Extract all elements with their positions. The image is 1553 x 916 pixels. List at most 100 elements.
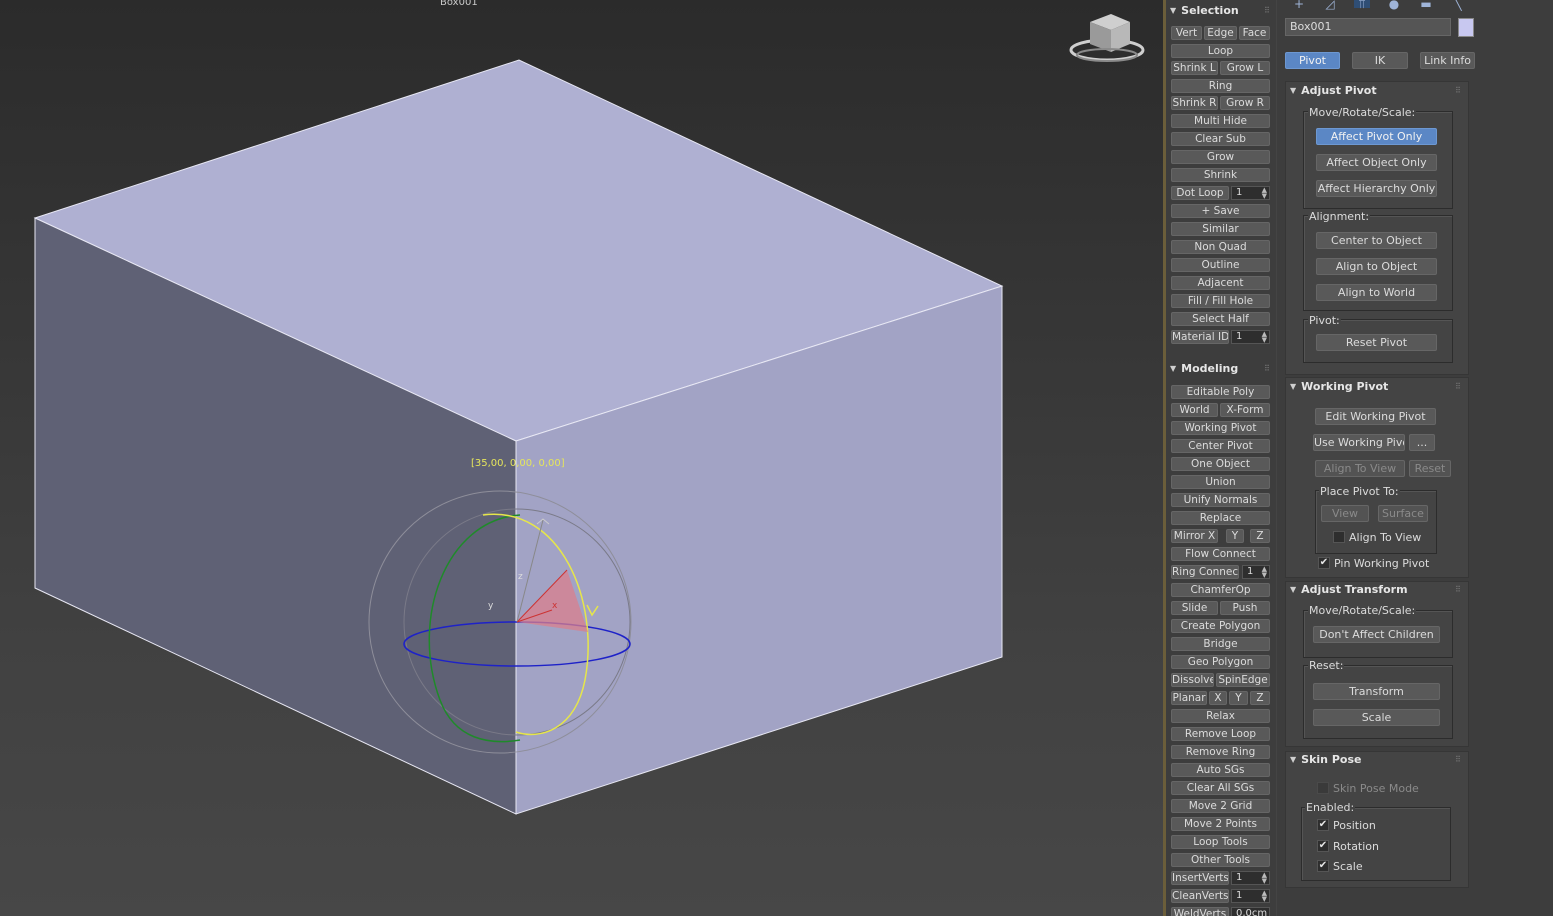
align-to-world-button[interactable]: Align to World	[1316, 284, 1437, 301]
perspective-viewport[interactable]: Box001 [35,00, 0,00, 0,00] z y x	[0, 0, 1163, 916]
drag-grip-icon[interactable]: ⠿	[1264, 364, 1270, 373]
spinner-arrows-icon[interactable]: ▲ ▼	[1262, 331, 1267, 344]
outline-button[interactable]: Outline	[1171, 258, 1270, 272]
world-button[interactable]: World	[1171, 403, 1218, 417]
place-surface-button[interactable]: Surface	[1378, 505, 1428, 522]
spinner-arrows-icon[interactable]: ▲ ▼	[1262, 566, 1267, 579]
grow-button[interactable]: Grow	[1171, 150, 1270, 164]
weldverts-spinner[interactable]: 0,0cm	[1231, 907, 1270, 916]
material-id-button[interactable]: Material ID	[1171, 330, 1229, 344]
create-tab-icon[interactable]: +	[1291, 0, 1307, 10]
spinner-arrows-icon[interactable]: ▲ ▼	[1262, 890, 1267, 903]
multi-hide-button[interactable]: Multi Hide	[1171, 114, 1270, 128]
dissolve-button[interactable]: Dissolve	[1171, 673, 1214, 687]
remove-loop-button[interactable]: Remove Loop	[1171, 727, 1270, 741]
bridge-button[interactable]: Bridge	[1171, 637, 1270, 651]
affect-hierarchy-only-button[interactable]: Affect Hierarchy Only	[1316, 180, 1437, 197]
fill-hole-button[interactable]: Fill / Fill Hole	[1171, 294, 1270, 308]
pivot-tab[interactable]: Pivot	[1285, 52, 1340, 69]
pin-working-pivot-checkbox[interactable]: ✔	[1318, 557, 1330, 569]
modeling-rollout-header[interactable]: ▼ Modeling	[1170, 362, 1238, 378]
mirror-z-button[interactable]: Z	[1250, 529, 1270, 543]
motion-tab-icon[interactable]: ●	[1386, 0, 1402, 10]
loop-button[interactable]: Loop	[1171, 44, 1270, 58]
mirror-x-button[interactable]: Mirror X	[1171, 529, 1218, 543]
slide-button[interactable]: Slide	[1171, 601, 1218, 615]
display-tab-icon[interactable]: ▬	[1418, 0, 1434, 10]
save-selection-button[interactable]: + Save	[1171, 204, 1270, 218]
weldverts-button[interactable]: WeldVerts	[1171, 907, 1229, 916]
working-pivot-options-button[interactable]: ...	[1409, 434, 1435, 451]
place-view-button[interactable]: View	[1321, 505, 1369, 522]
skin-pose-mode-checkbox[interactable]	[1317, 782, 1329, 794]
object-color-swatch[interactable]	[1458, 18, 1474, 37]
unify-normals-button[interactable]: Unify Normals	[1171, 493, 1270, 507]
material-id-spinner[interactable]: 1 ▲ ▼	[1231, 330, 1270, 344]
hierarchy-tab-icon[interactable]: ⫪	[1354, 0, 1370, 10]
adjacent-button[interactable]: Adjacent	[1171, 276, 1270, 290]
align-to-view-button[interactable]: Align To View	[1315, 460, 1405, 477]
drag-grip-icon[interactable]: ⠿	[1455, 585, 1461, 594]
flow-connect-button[interactable]: Flow Connect	[1171, 547, 1270, 561]
non-quad-button[interactable]: Non Quad	[1171, 240, 1270, 254]
viewport-scene[interactable]	[0, 0, 1163, 916]
chamferop-button[interactable]: ChamferOp	[1171, 583, 1270, 597]
grow-l-button[interactable]: Grow L	[1220, 61, 1270, 75]
create-polygon-button[interactable]: Create Polygon	[1171, 619, 1270, 633]
similar-button[interactable]: Similar	[1171, 222, 1270, 236]
vert-button[interactable]: Vert	[1171, 26, 1202, 40]
object-name-field[interactable]: Box001	[1285, 18, 1451, 36]
push-button[interactable]: Push	[1220, 601, 1270, 615]
ring-connect-button[interactable]: Ring Connect	[1171, 565, 1239, 579]
cleanverts-button[interactable]: CleanVerts	[1171, 889, 1229, 903]
xform-button[interactable]: X-Form	[1220, 403, 1270, 417]
spinedge-button[interactable]: SpinEdge	[1216, 673, 1270, 687]
insertverts-button[interactable]: InsertVerts	[1171, 871, 1229, 885]
cleanverts-spinner[interactable]: 1 ▲ ▼	[1231, 889, 1270, 903]
shrink-button[interactable]: Shrink	[1171, 168, 1270, 182]
spinner-arrows-icon[interactable]: ▲ ▼	[1262, 187, 1267, 200]
drag-grip-icon[interactable]: ⠿	[1264, 6, 1270, 15]
move-2-grid-button[interactable]: Move 2 Grid	[1171, 799, 1270, 813]
grow-r-button[interactable]: Grow R	[1220, 96, 1270, 110]
relax-button[interactable]: Relax	[1171, 709, 1270, 723]
align-to-object-button[interactable]: Align to Object	[1316, 258, 1437, 275]
center-to-object-button[interactable]: Center to Object	[1316, 232, 1437, 249]
reset-transform-button[interactable]: Transform	[1313, 683, 1440, 700]
editable-poly-button[interactable]: Editable Poly	[1171, 385, 1270, 399]
face-button[interactable]: Face	[1239, 26, 1270, 40]
drag-grip-icon[interactable]: ⠿	[1455, 755, 1461, 764]
other-tools-button[interactable]: Other Tools	[1171, 853, 1270, 867]
ring-connect-spinner[interactable]: 1 ▲ ▼	[1242, 565, 1270, 579]
reset-pivot-button[interactable]: Reset Pivot	[1316, 334, 1437, 351]
dot-loop-button[interactable]: Dot Loop	[1171, 186, 1229, 200]
auto-sgs-button[interactable]: Auto SGs	[1171, 763, 1270, 777]
planar-z-button[interactable]: Z	[1250, 691, 1270, 705]
dot-loop-spinner[interactable]: 1 ▲ ▼	[1231, 186, 1270, 200]
center-pivot-button[interactable]: Center Pivot	[1171, 439, 1270, 453]
skin-pose-header[interactable]: ▼ Skin Pose	[1290, 753, 1361, 769]
use-working-pivot-button[interactable]: Use Working Pivot	[1313, 434, 1405, 451]
scale-checkbox[interactable]: ✔	[1317, 860, 1329, 872]
clear-all-sgs-button[interactable]: Clear All SGs	[1171, 781, 1270, 795]
adjust-pivot-header[interactable]: ▼ Adjust Pivot	[1290, 84, 1377, 100]
move-2-points-button[interactable]: Move 2 Points	[1171, 817, 1270, 831]
reset-working-pivot-button[interactable]: Reset	[1409, 460, 1451, 477]
edge-button[interactable]: Edge	[1204, 26, 1237, 40]
utilities-tab-icon[interactable]: ╲	[1450, 0, 1466, 10]
shrink-l-button[interactable]: Shrink L	[1171, 61, 1218, 75]
working-pivot-tool-button[interactable]: Working Pivot	[1171, 421, 1270, 435]
align-to-view-checkbox[interactable]	[1333, 531, 1345, 543]
clear-sub-button[interactable]: Clear Sub	[1171, 132, 1270, 146]
affect-pivot-only-button[interactable]: Affect Pivot Only	[1316, 128, 1437, 145]
drag-grip-icon[interactable]: ⠿	[1455, 86, 1461, 95]
select-half-button[interactable]: Select Half	[1171, 312, 1270, 326]
ring-button[interactable]: Ring	[1171, 79, 1270, 93]
drag-grip-icon[interactable]: ⠿	[1455, 382, 1461, 391]
planar-x-button[interactable]: X	[1209, 691, 1227, 705]
position-checkbox[interactable]: ✔	[1317, 819, 1329, 831]
viewcube[interactable]	[1069, 14, 1145, 62]
planar-button[interactable]: Planar	[1171, 691, 1207, 705]
modify-tab-icon[interactable]: ◿	[1322, 0, 1338, 10]
remove-ring-button[interactable]: Remove Ring	[1171, 745, 1270, 759]
